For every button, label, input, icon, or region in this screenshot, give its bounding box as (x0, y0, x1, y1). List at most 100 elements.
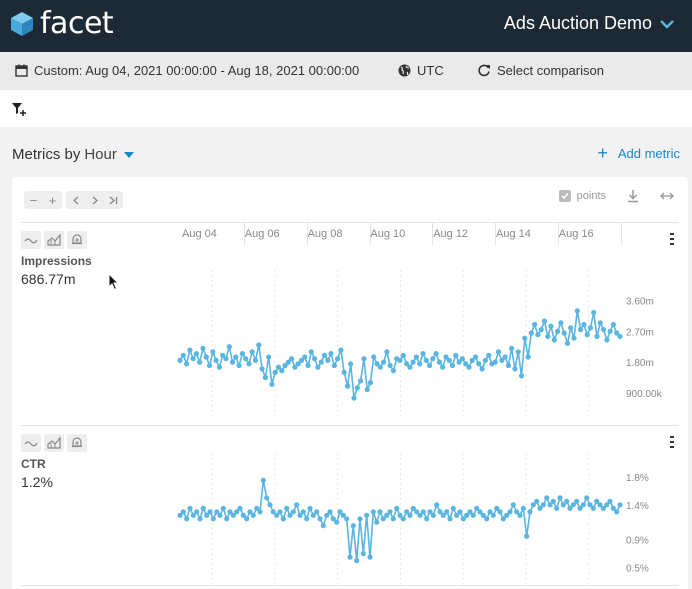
add-filter-icon[interactable] (11, 101, 27, 117)
data-point (581, 321, 587, 328)
jump-to-end-button[interactable] (104, 191, 123, 209)
data-point (587, 325, 594, 331)
y-tick-label: 0.5% (626, 564, 649, 575)
data-point (217, 512, 223, 518)
data-point (407, 364, 413, 370)
data-point (470, 512, 476, 518)
line-style-button[interactable] (21, 434, 41, 452)
data-point (320, 523, 326, 529)
data-point (484, 516, 490, 522)
chevron-down-icon (660, 19, 674, 29)
time-range-selector[interactable]: Custom: Aug 04, 2021 00:00:00 - Aug 18, … (15, 63, 359, 78)
data-point (457, 509, 463, 515)
data-point (294, 502, 300, 508)
data-point (510, 502, 516, 508)
y-tick-label: 0.9% (626, 536, 649, 547)
add-metric-button[interactable]: + Add metric (597, 143, 680, 163)
datacube-title: Ads Auction Demo (503, 13, 652, 33)
data-point (601, 327, 607, 333)
data-point (430, 512, 436, 518)
alert-button[interactable] (67, 231, 87, 249)
data-point (440, 364, 446, 370)
data-point (194, 509, 200, 515)
pan-group (66, 191, 123, 209)
data-point (517, 512, 523, 518)
cube-icon (11, 12, 33, 36)
y-tick-label: 3.60m (626, 297, 654, 308)
check-icon (561, 193, 569, 200)
y-tick-label: 2.70m (626, 327, 654, 338)
data-point (364, 386, 370, 393)
data-point (338, 347, 344, 353)
data-point (434, 502, 440, 508)
data-point (371, 354, 377, 360)
comparison-label: Select comparison (497, 63, 604, 78)
facet-logo[interactable]: facet (10, 9, 114, 39)
data-point (367, 380, 373, 386)
data-point (591, 309, 597, 316)
bell-plus-icon (72, 437, 82, 448)
data-point (260, 477, 266, 483)
datacube-selector[interactable]: Ads Auction Demo (504, 13, 674, 34)
data-point (210, 516, 216, 522)
data-point (289, 356, 295, 362)
points-checkbox[interactable] (558, 190, 571, 202)
download-icon[interactable] (626, 189, 640, 203)
data-point (266, 354, 272, 360)
y-tick-label: 1.80m (626, 358, 654, 369)
data-point (207, 362, 213, 369)
ctr-chart[interactable]: 1.8% 1.4% 0.9% 0.5% (12, 428, 688, 588)
zoom-out-button[interactable]: − (24, 191, 43, 209)
data-point (561, 330, 567, 336)
data-point (590, 505, 596, 511)
data-point (545, 333, 551, 339)
alert-button[interactable] (67, 434, 87, 452)
pan-right-button[interactable] (85, 191, 104, 209)
line-style-button[interactable] (21, 231, 41, 249)
data-point (290, 509, 296, 515)
data-point (229, 359, 236, 365)
comparison-selector[interactable]: Select comparison (478, 63, 604, 78)
data-point (344, 383, 351, 389)
data-point (544, 495, 550, 501)
metrics-header: Metrics by Hour + Add metric (0, 127, 692, 177)
chart-type-button[interactable] (44, 231, 64, 249)
impressions-chart[interactable]: 3.60m 2.70m 1.80m 900.00k (12, 225, 688, 425)
data-point (187, 347, 193, 353)
chart-type-button[interactable] (44, 434, 64, 452)
data-point (564, 498, 570, 504)
timezone-selector[interactable]: UTC (398, 63, 444, 78)
data-point (564, 340, 571, 346)
data-point (193, 351, 199, 357)
data-point (177, 357, 183, 363)
data-point (187, 505, 193, 511)
divider (21, 585, 679, 586)
data-point (237, 505, 243, 511)
bell-plus-icon (72, 234, 82, 245)
chevron-right-icon (92, 196, 98, 204)
data-point (400, 352, 406, 358)
data-point (614, 509, 620, 515)
more-vertical-icon[interactable] (670, 233, 674, 245)
data-point (280, 516, 286, 522)
plus-icon: + (597, 143, 608, 163)
zoom-in-button[interactable]: + (43, 191, 62, 209)
data-point (304, 516, 310, 522)
split-selector[interactable]: Metrics by Hour (12, 146, 134, 163)
data-point (347, 554, 353, 560)
data-point (413, 354, 419, 360)
data-point (364, 512, 370, 518)
data-point (257, 509, 263, 515)
expand-horizontal-icon[interactable] (660, 189, 674, 203)
data-point (390, 516, 396, 522)
mouse-cursor-icon (108, 273, 120, 291)
data-point (407, 512, 413, 518)
pan-left-button[interactable] (66, 191, 85, 209)
data-point (397, 357, 403, 363)
data-point (400, 516, 406, 522)
data-point (507, 509, 513, 515)
data-point (580, 502, 586, 508)
data-point (357, 516, 363, 522)
data-point (223, 356, 229, 362)
more-vertical-icon[interactable] (670, 436, 674, 448)
